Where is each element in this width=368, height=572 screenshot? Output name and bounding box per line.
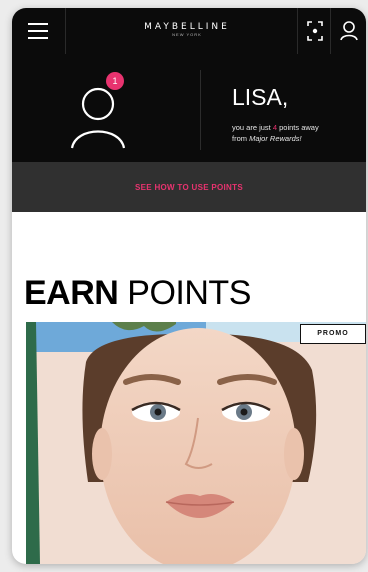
points-prefix-text: you are just (232, 123, 273, 132)
promo-badge: PROMO (300, 324, 366, 344)
app-screen: MAYBELLINE NEW YORK 1 LISA, you are just… (12, 8, 366, 564)
points-suffix-text: points away (277, 123, 319, 132)
see-how-to-use-points-link[interactable]: SEE HOW TO USE POINTS (135, 183, 243, 192)
rewards-tier-name: Major Rewards! (249, 134, 302, 143)
earn-points-heading-light: POINTS (127, 274, 251, 312)
profile-divider (200, 70, 201, 150)
promo-model-portrait (26, 322, 366, 564)
earn-points-heading: EARN POINTS (24, 276, 251, 310)
menu-button[interactable] (12, 8, 66, 54)
brand-logo[interactable]: MAYBELLINE (122, 22, 252, 32)
promo-card[interactable] (26, 322, 366, 564)
scan-button[interactable] (297, 8, 331, 54)
user-avatar-icon (70, 87, 126, 149)
user-greeting: LISA, (232, 84, 289, 110)
brand-logo-subtitle: NEW YORK (172, 32, 202, 37)
earn-points-heading-bold: EARN (24, 274, 119, 312)
points-away-message: you are just 4 points away from Major Re… (232, 122, 362, 144)
account-button[interactable] (332, 8, 366, 54)
profile-summary: 1 LISA, you are just 4 points away from … (12, 54, 366, 162)
scan-icon (307, 21, 323, 41)
user-icon (340, 21, 358, 41)
cta-strip: SEE HOW TO USE POINTS (12, 162, 366, 212)
notification-badge[interactable]: 1 (106, 72, 124, 90)
top-nav-bar: MAYBELLINE NEW YORK (12, 8, 366, 54)
profile-avatar[interactable]: 1 (58, 72, 138, 154)
rewards-prefix-text: from (232, 134, 250, 143)
